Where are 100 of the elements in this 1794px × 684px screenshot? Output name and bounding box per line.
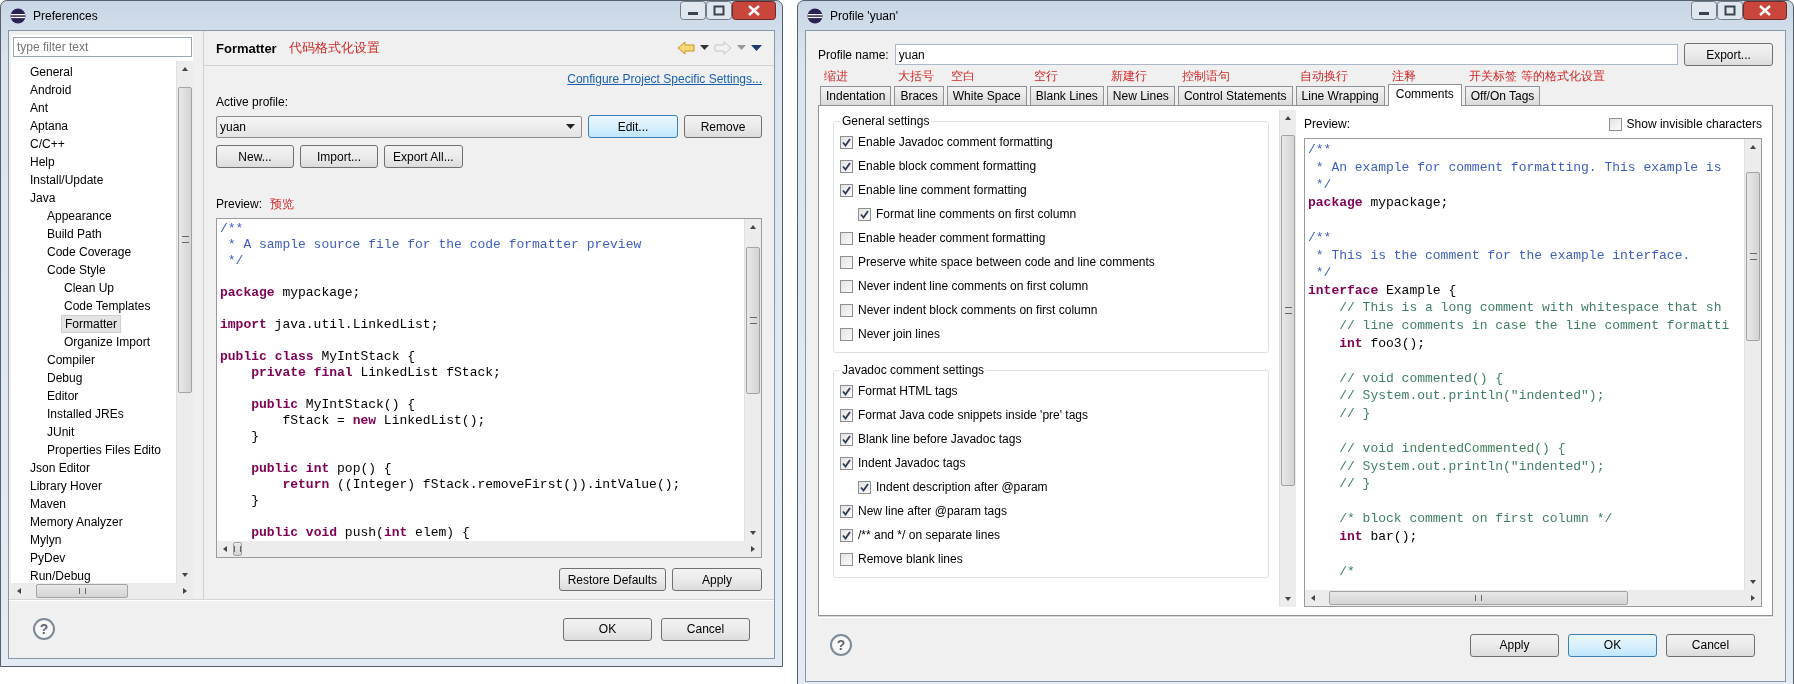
checkbox[interactable]: Remove blank lines <box>840 547 963 571</box>
tab[interactable]: Off/On Tags <box>1464 86 1541 105</box>
checkbox[interactable]: Never indent line comments on first column <box>840 274 1089 298</box>
tree-item[interactable]: Appearance <box>44 207 115 225</box>
tree-item[interactable]: C/C++ <box>27 135 68 153</box>
checkbox[interactable]: Indent Javadoc tags <box>840 451 966 475</box>
tree-item[interactable]: General <box>27 63 76 81</box>
tree-item[interactable]: Code Style <box>44 261 109 279</box>
tree-item[interactable]: Properties Files Edito <box>44 441 165 459</box>
tree-item[interactable]: Memory Analyzer <box>27 513 126 531</box>
tree-item[interactable]: Android <box>27 81 75 99</box>
tree-item[interactable]: Formatter <box>61 315 121 333</box>
checkbox[interactable]: Format line comments on first column <box>858 202 1077 226</box>
tree-item[interactable]: Run/Debug <box>27 567 94 583</box>
tree-item[interactable]: Debug <box>44 369 86 387</box>
page-button[interactable]: Restore Defaults <box>558 568 666 591</box>
tab[interactable]: White Space <box>946 86 1027 105</box>
tree-item[interactable]: Ant <box>27 99 51 117</box>
scrollbar[interactable] <box>11 583 193 599</box>
code-line: * This is the comment for the example interface. <box>1314 246 1691 265</box>
tab[interactable]: Blank Lines <box>1029 86 1104 105</box>
menu-icon[interactable] <box>751 44 762 52</box>
checkbox[interactable]: Never indent block comments on first column <box>840 298 1098 322</box>
tree-item[interactable]: Library Hover <box>27 477 106 495</box>
tab[interactable]: Control Statements <box>1177 86 1293 105</box>
checkbox[interactable]: Enable line comment formatting <box>840 178 1027 202</box>
tab[interactable]: Indentation <box>820 86 892 105</box>
code-line: private final LinkedList fStack; <box>250 365 501 381</box>
tree-item[interactable]: PyDev <box>27 549 69 567</box>
tree-item[interactable]: Aptana <box>27 117 72 135</box>
tree-item[interactable]: Maven <box>27 495 70 513</box>
checkbox[interactable]: /** and */ on separate lines <box>840 523 1001 547</box>
page-button[interactable]: Apply <box>672 568 762 591</box>
maximize-icon[interactable] <box>706 1 732 20</box>
window-title: Preferences <box>33 8 99 23</box>
close-icon[interactable] <box>1743 1 1787 20</box>
tree-item[interactable]: JUnit <box>44 423 78 441</box>
checkbox[interactable]: Enable header comment formatting <box>840 226 1046 250</box>
tree-item[interactable]: Clean Up <box>61 279 118 297</box>
profile-button[interactable]: Remove <box>684 115 762 138</box>
check-icon <box>859 481 870 493</box>
code-line: interface Example { <box>1308 281 1457 300</box>
tree-item[interactable]: Help <box>27 153 58 171</box>
checkbox[interactable]: Blank line before Javadoc tags <box>840 427 1022 451</box>
tree-item[interactable]: Installed JREs <box>44 405 127 423</box>
minimize-icon[interactable] <box>1691 1 1717 20</box>
scrollbar[interactable] <box>744 219 761 541</box>
minimize-icon[interactable] <box>680 1 706 20</box>
checkbox[interactable]: Format Java code snippets inside 'pre' tags <box>840 403 1089 427</box>
tab[interactable]: New Lines <box>1106 86 1175 105</box>
tree-item[interactable]: Install/Update <box>27 171 107 189</box>
checkbox[interactable]: Format HTML tags <box>840 379 958 403</box>
filter-field[interactable]: type filter text <box>13 37 192 57</box>
dialog-button[interactable]: Cancel <box>1666 633 1755 657</box>
tree-item[interactable]: Organize Import <box>61 333 154 351</box>
profile-button[interactable]: New... <box>216 145 294 168</box>
help-button[interactable]: ? <box>830 634 852 656</box>
profile-name-field[interactable]: yuan <box>894 44 1678 65</box>
tree-item[interactable]: Code Coverage <box>44 243 135 261</box>
code-line: // System.out.println("indented"); <box>1338 457 1605 476</box>
help-button[interactable]: ? <box>33 618 55 640</box>
export-button[interactable]: Export... <box>1684 43 1773 66</box>
profile-button[interactable]: Edit... <box>588 115 678 138</box>
tab[interactable]: Comments <box>1387 84 1462 106</box>
caret-icon[interactable] <box>700 45 709 51</box>
app-logo-icon <box>10 7 26 24</box>
dialog-button[interactable]: Apply <box>1470 633 1559 657</box>
profile-dropdown[interactable]: yuan <box>216 115 582 138</box>
check-icon <box>841 385 852 397</box>
tree-item[interactable]: Mylyn <box>27 531 65 549</box>
tree-item[interactable]: Build Path <box>44 225 105 243</box>
checkbox[interactable]: Preserve white space between code and line comments <box>840 250 1155 274</box>
checkbox[interactable]: Never join lines <box>840 322 941 346</box>
scrollbar[interactable] <box>217 541 761 557</box>
close-icon[interactable] <box>732 1 776 20</box>
checkbox[interactable]: Indent description after @param <box>858 475 1048 499</box>
tree-item[interactable]: Editor <box>44 387 82 405</box>
check-icon <box>841 529 852 541</box>
checkbox[interactable]: Enable Javadoc comment formatting <box>840 130 1053 154</box>
scrollbar[interactable] <box>1744 139 1761 590</box>
tree-item[interactable]: Compiler <box>44 351 98 369</box>
maximize-icon[interactable] <box>1717 1 1743 20</box>
code-line: public MyIntStack() { <box>250 397 416 413</box>
scrollbar[interactable] <box>1305 590 1761 606</box>
dialog-button[interactable]: OK <box>1568 633 1657 657</box>
tree-item[interactable]: Java <box>27 189 59 207</box>
tab[interactable]: Braces <box>894 86 944 105</box>
tab[interactable]: Line Wrapping <box>1295 86 1385 105</box>
scrollbar[interactable] <box>176 61 193 583</box>
checkbox[interactable]: New line after @param tags <box>840 499 1007 523</box>
scrollbar[interactable] <box>1279 110 1296 607</box>
configure-link[interactable]: Configure Project Specific Settings... <box>567 72 762 90</box>
tree-item[interactable]: Code Templates <box>61 297 154 315</box>
dialog-button[interactable]: Cancel <box>661 617 750 641</box>
dialog-button[interactable]: OK <box>563 617 652 641</box>
profile-button[interactable]: Import... <box>300 145 378 168</box>
tree-item[interactable]: Json Editor <box>27 459 94 477</box>
profile-button[interactable]: Export All... <box>384 145 463 168</box>
checkbox[interactable]: Enable block comment formatting <box>840 154 1037 178</box>
checkbox[interactable]: Show invisible characters <box>1608 115 1762 133</box>
